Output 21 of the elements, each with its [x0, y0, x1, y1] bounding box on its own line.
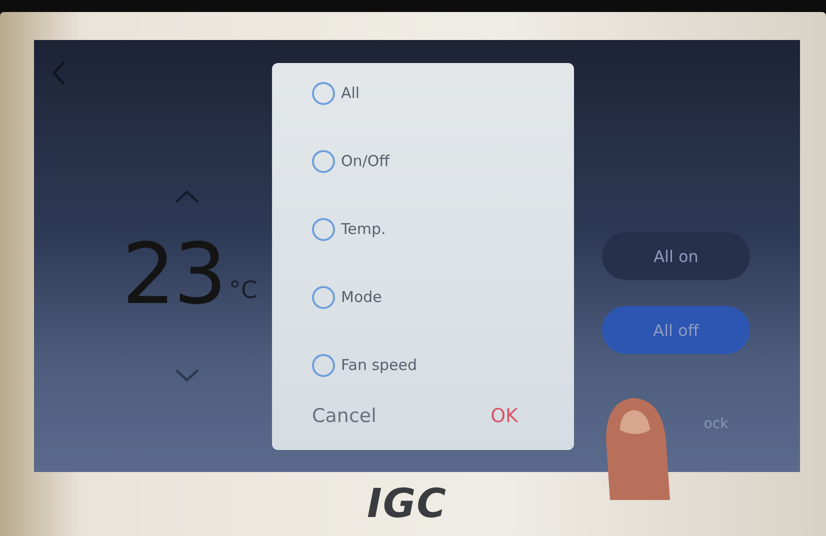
radio-button[interactable] — [312, 354, 335, 376]
option-label: On/Off — [341, 152, 390, 170]
radio-button[interactable] — [312, 82, 335, 104]
up-chevron-icon[interactable] — [174, 190, 200, 204]
power-button[interactable]: All on — [602, 232, 750, 280]
option-label: Fan speed — [341, 356, 418, 374]
temperature-unit: °C — [228, 276, 258, 304]
lock-label: ock — [704, 416, 728, 432]
option-label: Temp. — [341, 220, 386, 238]
down-chevron-icon[interactable] — [174, 368, 200, 382]
temperature-value: 23 — [122, 232, 225, 316]
cancel-button[interactable]: Cancel — [312, 405, 376, 427]
back-icon[interactable] — [52, 60, 66, 86]
option-label: All — [341, 84, 360, 102]
radio-button[interactable] — [312, 218, 335, 240]
radio-button[interactable] — [312, 286, 335, 308]
power-button[interactable]: All off — [602, 306, 750, 354]
option-label: Mode — [341, 288, 382, 306]
brand-logo: IGC — [366, 481, 448, 527]
ok-button[interactable]: OK — [490, 405, 518, 427]
radio-button[interactable] — [312, 150, 335, 172]
